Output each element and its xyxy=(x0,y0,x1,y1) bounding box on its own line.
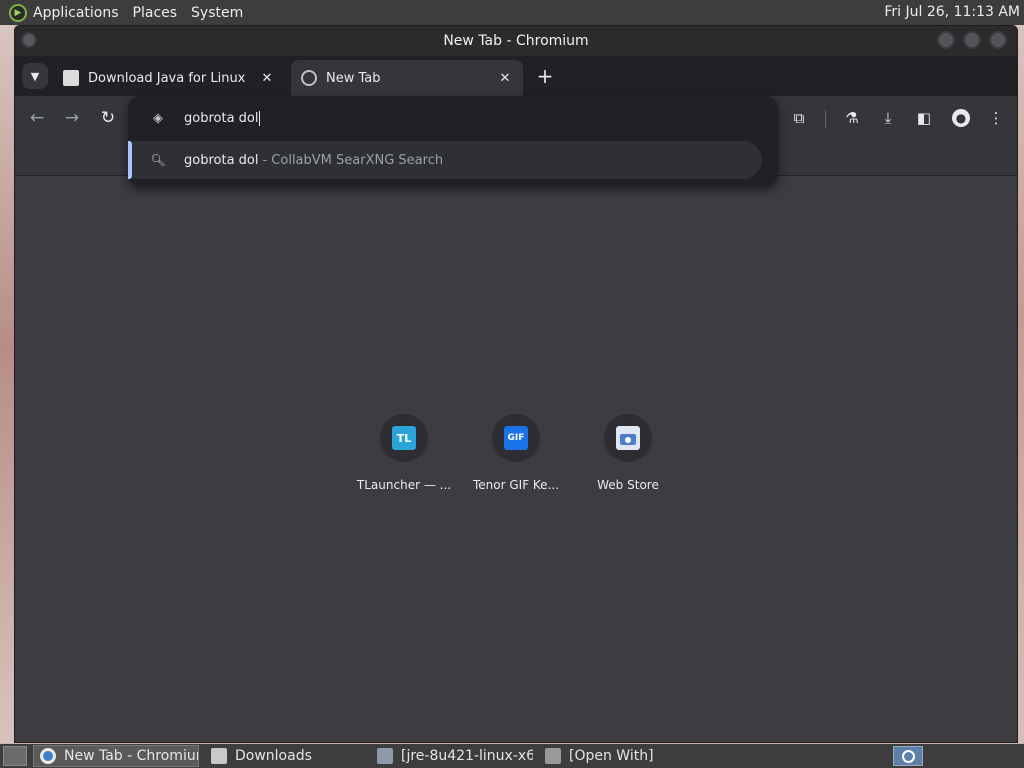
maximize-button[interactable] xyxy=(963,31,981,49)
web-store-icon xyxy=(616,426,640,450)
applications-menu[interactable]: Applications xyxy=(33,5,119,21)
bottom-taskbar: New Tab - Chromium Downloads [jre-8u421-… xyxy=(0,744,1024,768)
suggestion-source: - CollabVM SearXNG Search xyxy=(262,152,444,168)
places-menu[interactable]: Places xyxy=(133,5,178,21)
new-tab-page: TL TLauncher — ... GIF Tenor GIF Ke... W… xyxy=(15,176,1017,742)
tab-new-tab[interactable]: New Tab ✕ xyxy=(291,60,523,96)
tab-download-java[interactable]: Download Java for Linux ✕ xyxy=(53,60,285,96)
taskbar-item-chromium[interactable]: New Tab - Chromium xyxy=(33,745,199,767)
folder-icon xyxy=(211,748,227,764)
top-panel: ▶ Applications Places System Fri Jul 26,… xyxy=(0,0,1024,25)
desktop-wallpaper-left xyxy=(0,25,14,743)
taskbar-item-archive[interactable]: [jre-8u421-linux-x6... xyxy=(371,745,533,767)
extensions-button[interactable]: ⧉ xyxy=(787,106,811,130)
shortcut-title: TLauncher — ... xyxy=(356,478,452,492)
plus-icon: + xyxy=(536,64,554,88)
shortcut-tlauncher[interactable]: TL TLauncher — ... xyxy=(354,414,454,492)
puzzle-icon: ⧉ xyxy=(793,109,805,127)
shortcut-title: Web Store xyxy=(597,478,659,492)
search-icon: 🔍︎ xyxy=(150,153,166,167)
tab-search-button[interactable]: ▼ xyxy=(22,63,48,89)
menu-button[interactable]: ⋮ xyxy=(984,106,1008,130)
close-window-button[interactable] xyxy=(989,31,1007,49)
suggestion-query: gobrota dol xyxy=(184,152,259,168)
tab-strip: ▼ Download Java for Linux ✕ New Tab ✕ + xyxy=(15,56,1017,96)
forward-button[interactable]: → xyxy=(60,106,84,130)
profile-button[interactable]: ● xyxy=(952,109,970,127)
window-title: New Tab - Chromium xyxy=(443,33,589,49)
arrow-left-icon: ← xyxy=(29,108,45,128)
tab-label: Download Java for Linux xyxy=(88,70,246,86)
search-engine-icon: ◈ xyxy=(153,110,163,126)
tray-chromium-icon[interactable] xyxy=(893,746,923,766)
taskbar-item-open-with[interactable]: [Open With] xyxy=(539,745,699,767)
shortcut-title: Tenor GIF Ke... xyxy=(472,478,560,492)
chromium-icon xyxy=(40,748,56,764)
back-button[interactable]: ← xyxy=(25,106,49,130)
dialog-icon xyxy=(545,748,561,764)
minimize-button[interactable] xyxy=(937,31,955,49)
reload-icon: ↻ xyxy=(100,108,116,128)
taskbar-item-downloads[interactable]: Downloads xyxy=(205,745,365,767)
close-icon[interactable]: ✕ xyxy=(259,71,275,86)
toolbar-divider xyxy=(825,110,826,128)
side-panel-button[interactable]: ◧ xyxy=(912,106,936,130)
chevron-down-icon: ▼ xyxy=(30,69,40,83)
person-icon: ● xyxy=(955,111,967,125)
globe-icon xyxy=(301,70,317,86)
labs-button[interactable]: ⚗ xyxy=(840,106,864,130)
gif-icon: GIF xyxy=(504,426,528,450)
system-menu[interactable]: System xyxy=(191,5,243,21)
window-menu-icon[interactable] xyxy=(21,32,37,48)
omnibox[interactable]: ◈ gobrota dol xyxy=(128,96,778,140)
omnibox-suggestion[interactable]: 🔍︎ gobrota dol - CollabVM SearXNG Search xyxy=(128,141,762,179)
close-icon[interactable]: ✕ xyxy=(497,71,513,86)
reload-button[interactable]: ↻ xyxy=(96,106,120,130)
panel-clock[interactable]: Fri Jul 26, 11:13 AM xyxy=(884,4,1020,20)
tab-label: New Tab xyxy=(326,70,381,86)
tlauncher-icon: TL xyxy=(392,426,416,450)
omnibox-dropdown: ◈ gobrota dol 🔍︎ gobrota dol - CollabVM … xyxy=(128,96,778,186)
side-panel-icon: ◧ xyxy=(916,109,932,127)
shortcut-tenor[interactable]: GIF Tenor GIF Ke... xyxy=(466,414,566,492)
downloads-button[interactable]: ⤓ xyxy=(876,106,900,130)
archive-icon xyxy=(377,748,393,764)
document-icon xyxy=(63,70,79,86)
download-icon: ⤓ xyxy=(884,109,892,127)
omnibox-input[interactable]: gobrota dol xyxy=(184,110,261,126)
window-titlebar[interactable]: New Tab - Chromium xyxy=(15,26,1017,56)
new-tab-button[interactable]: + xyxy=(533,64,557,88)
more-vert-icon: ⋮ xyxy=(988,109,1004,127)
shortcut-web-store[interactable]: Web Store xyxy=(578,414,678,492)
distro-logo-icon[interactable]: ▶ xyxy=(9,3,27,22)
show-desktop-button[interactable] xyxy=(3,746,27,766)
arrow-right-icon: → xyxy=(64,108,80,128)
flask-icon: ⚗ xyxy=(845,109,859,127)
